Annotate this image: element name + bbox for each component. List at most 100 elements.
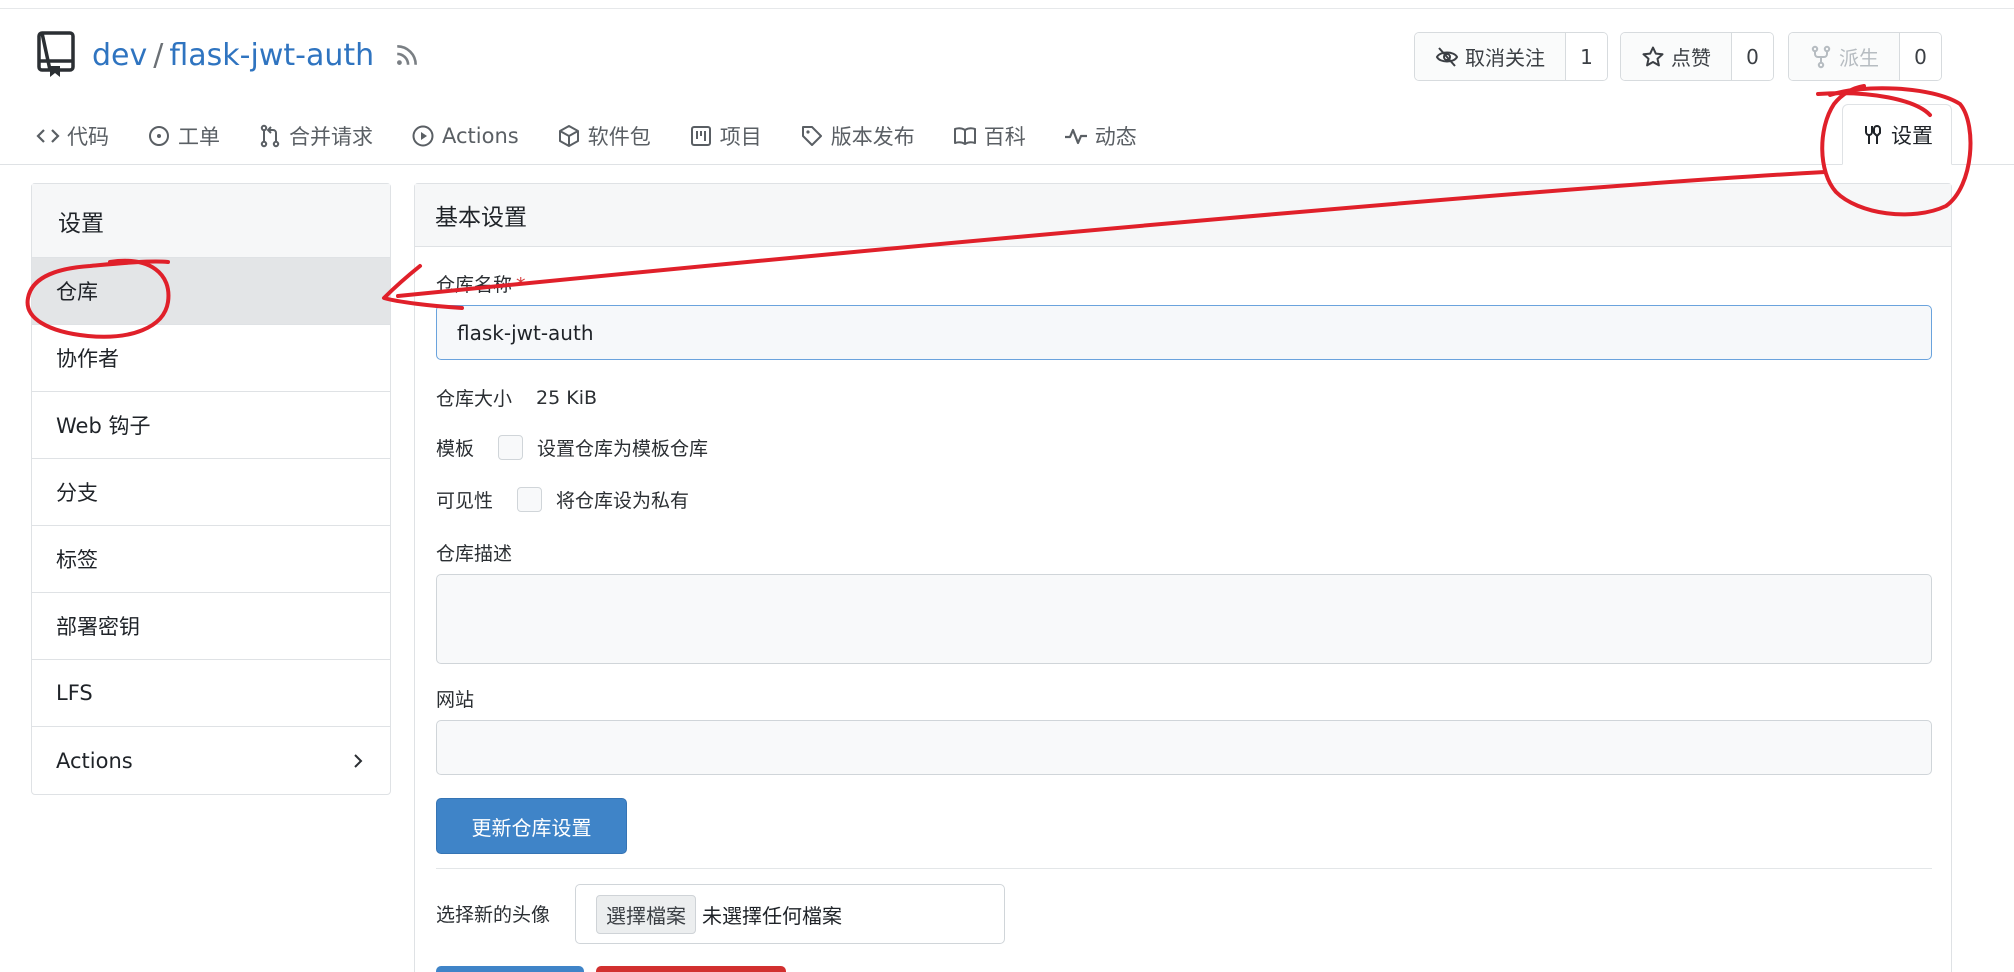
tab-packages[interactable]: 软件包	[557, 121, 651, 151]
sidebar-item-label: 部署密钥	[56, 615, 140, 639]
sidebar-item-actions[interactable]: Actions	[32, 727, 390, 794]
description-label: 仓库描述	[436, 543, 513, 565]
section-divider	[436, 868, 1932, 869]
repo-header: dev / flask-jwt-auth	[36, 30, 420, 80]
eye-slash-icon	[1435, 46, 1459, 67]
repo-name-label-text: 仓库名称	[436, 274, 513, 296]
tab-settings-label: 设置	[1891, 123, 1933, 148]
repo-size-row: 仓库大小 25 KiB	[436, 384, 597, 411]
rss-icon[interactable]	[394, 42, 420, 68]
visibility-label: 可见性	[436, 490, 494, 512]
issue-icon	[149, 126, 169, 146]
website-input[interactable]	[436, 720, 1932, 775]
template-label: 模板	[436, 438, 475, 460]
sidebar-item-collaborators[interactable]: 协作者	[32, 325, 390, 392]
fork-icon	[1811, 45, 1831, 68]
fork-group: 派生 0	[1788, 32, 1942, 81]
panel-title: 基本设置	[415, 184, 1951, 247]
sidebar-item-repository[interactable]: 仓库	[32, 258, 390, 325]
basic-settings-panel: 基本设置 仓库名称* 仓库大小 25 KiB 模板 设置仓库为模板仓库 可见性 …	[414, 183, 1952, 972]
tab-settings[interactable]: 设置	[1842, 104, 1952, 165]
watch-count[interactable]: 1	[1565, 33, 1607, 80]
sidebar-item-deploy-keys[interactable]: 部署密钥	[32, 593, 390, 660]
tag-icon	[801, 126, 822, 146]
watch-group: 取消关注 1	[1414, 32, 1608, 81]
update-settings-button[interactable]: 更新仓库设置	[436, 798, 627, 854]
sidebar-item-label: 协作者	[56, 347, 119, 371]
unwatch-label: 取消关注	[1465, 46, 1545, 70]
sidebar-item-label: Web 钩子	[56, 414, 151, 438]
tab-releases-label: 版本发布	[830, 125, 915, 149]
required-mark: *	[516, 274, 526, 296]
sidebar-item-label: 仓库	[56, 280, 98, 304]
choose-file-button[interactable]: 選擇檔案	[596, 894, 696, 934]
sidebar-item-tags[interactable]: 标签	[32, 526, 390, 593]
fork-count[interactable]: 0	[1899, 33, 1941, 80]
sidebar-title: 设置	[32, 184, 390, 258]
sidebar-item-label: LFS	[56, 681, 93, 705]
sidebar-item-webhooks[interactable]: Web 钩子	[32, 392, 390, 459]
repo-path-separator: /	[153, 37, 164, 73]
tab-pull-requests[interactable]: 合并请求	[258, 121, 373, 151]
star-label: 点赞	[1671, 46, 1711, 70]
template-checkbox-label[interactable]: 设置仓库为模板仓库	[537, 434, 708, 461]
avatar-label: 选择新的头像	[436, 904, 551, 926]
tab-actions-label: Actions	[442, 124, 519, 148]
tab-wiki[interactable]: 百科	[953, 121, 1026, 151]
website-label: 网站	[436, 689, 475, 711]
play-icon	[412, 125, 434, 147]
tabs-divider	[0, 164, 2014, 165]
update-avatar-button[interactable]	[436, 966, 584, 972]
tab-packages-label: 软件包	[587, 125, 651, 149]
pull-request-icon	[260, 124, 280, 148]
top-divider	[0, 8, 2014, 9]
fork-button[interactable]: 派生	[1789, 33, 1899, 80]
tab-releases[interactable]: 版本发布	[800, 121, 915, 151]
description-textarea[interactable]	[436, 574, 1932, 664]
tab-wiki-label: 百科	[983, 125, 1026, 149]
template-row: 模板 设置仓库为模板仓库	[436, 434, 708, 461]
delete-avatar-button[interactable]	[596, 966, 786, 972]
repo-icon	[37, 31, 75, 77]
tab-pull-requests-label: 合并请求	[289, 125, 373, 149]
repo-size-label: 仓库大小	[436, 388, 513, 410]
sidebar-item-lfs[interactable]: LFS	[32, 660, 390, 727]
book-icon	[953, 127, 976, 145]
tab-issues-label: 工单	[178, 125, 220, 149]
sidebar-item-label: 分支	[56, 481, 98, 505]
package-icon	[558, 125, 579, 147]
fork-label: 派生	[1839, 46, 1879, 70]
chevron-right-icon	[354, 753, 363, 768]
tab-projects[interactable]: 项目	[689, 121, 762, 151]
tab-activity[interactable]: 动态	[1064, 121, 1137, 151]
repo-tabs: 代码 工单 合并请求 Actions 软件包 项目 版本发布 百科 动态	[36, 104, 1175, 168]
project-icon	[690, 126, 711, 146]
star-button[interactable]: 点赞	[1621, 33, 1731, 80]
visibility-row: 可见性 将仓库设为私有	[436, 486, 689, 513]
repo-name-label: 仓库名称 *	[436, 270, 526, 297]
star-icon	[1642, 46, 1664, 66]
tab-projects-label: 项目	[719, 125, 762, 149]
tab-code-label: 代码	[67, 125, 109, 149]
no-file-text: 未選擇任何檔案	[702, 903, 842, 928]
pulse-icon	[1064, 128, 1087, 145]
repo-settings-page: dev / flask-jwt-auth 取消关注 1 点赞 0 派生 0 代码…	[0, 0, 2014, 972]
tab-code[interactable]: 代码	[36, 121, 109, 151]
sidebar-item-label: 标签	[56, 548, 98, 572]
code-icon	[36, 129, 60, 143]
sidebar-item-branches[interactable]: 分支	[32, 459, 390, 526]
private-checkbox-label[interactable]: 将仓库设为私有	[556, 486, 689, 513]
tab-actions[interactable]: Actions	[411, 124, 519, 148]
repo-name-input[interactable]	[436, 305, 1932, 360]
unwatch-button[interactable]: 取消关注	[1415, 33, 1565, 80]
tab-activity-label: 动态	[1094, 125, 1137, 149]
settings-sidebar: 设置 仓库 协作者 Web 钩子 分支 标签 部署密钥 LFS Actions	[31, 183, 391, 795]
repo-name-link[interactable]: flask-jwt-auth	[169, 38, 374, 73]
repo-owner-link[interactable]: dev	[92, 38, 147, 73]
tab-issues[interactable]: 工单	[147, 121, 220, 151]
repo-size-value: 25 KiB	[536, 386, 598, 409]
avatar-file-input[interactable]: 選擇檔案 未選擇任何檔案	[575, 884, 1005, 944]
star-count[interactable]: 0	[1731, 33, 1773, 80]
private-checkbox[interactable]	[517, 487, 543, 512]
template-checkbox[interactable]	[498, 435, 524, 460]
